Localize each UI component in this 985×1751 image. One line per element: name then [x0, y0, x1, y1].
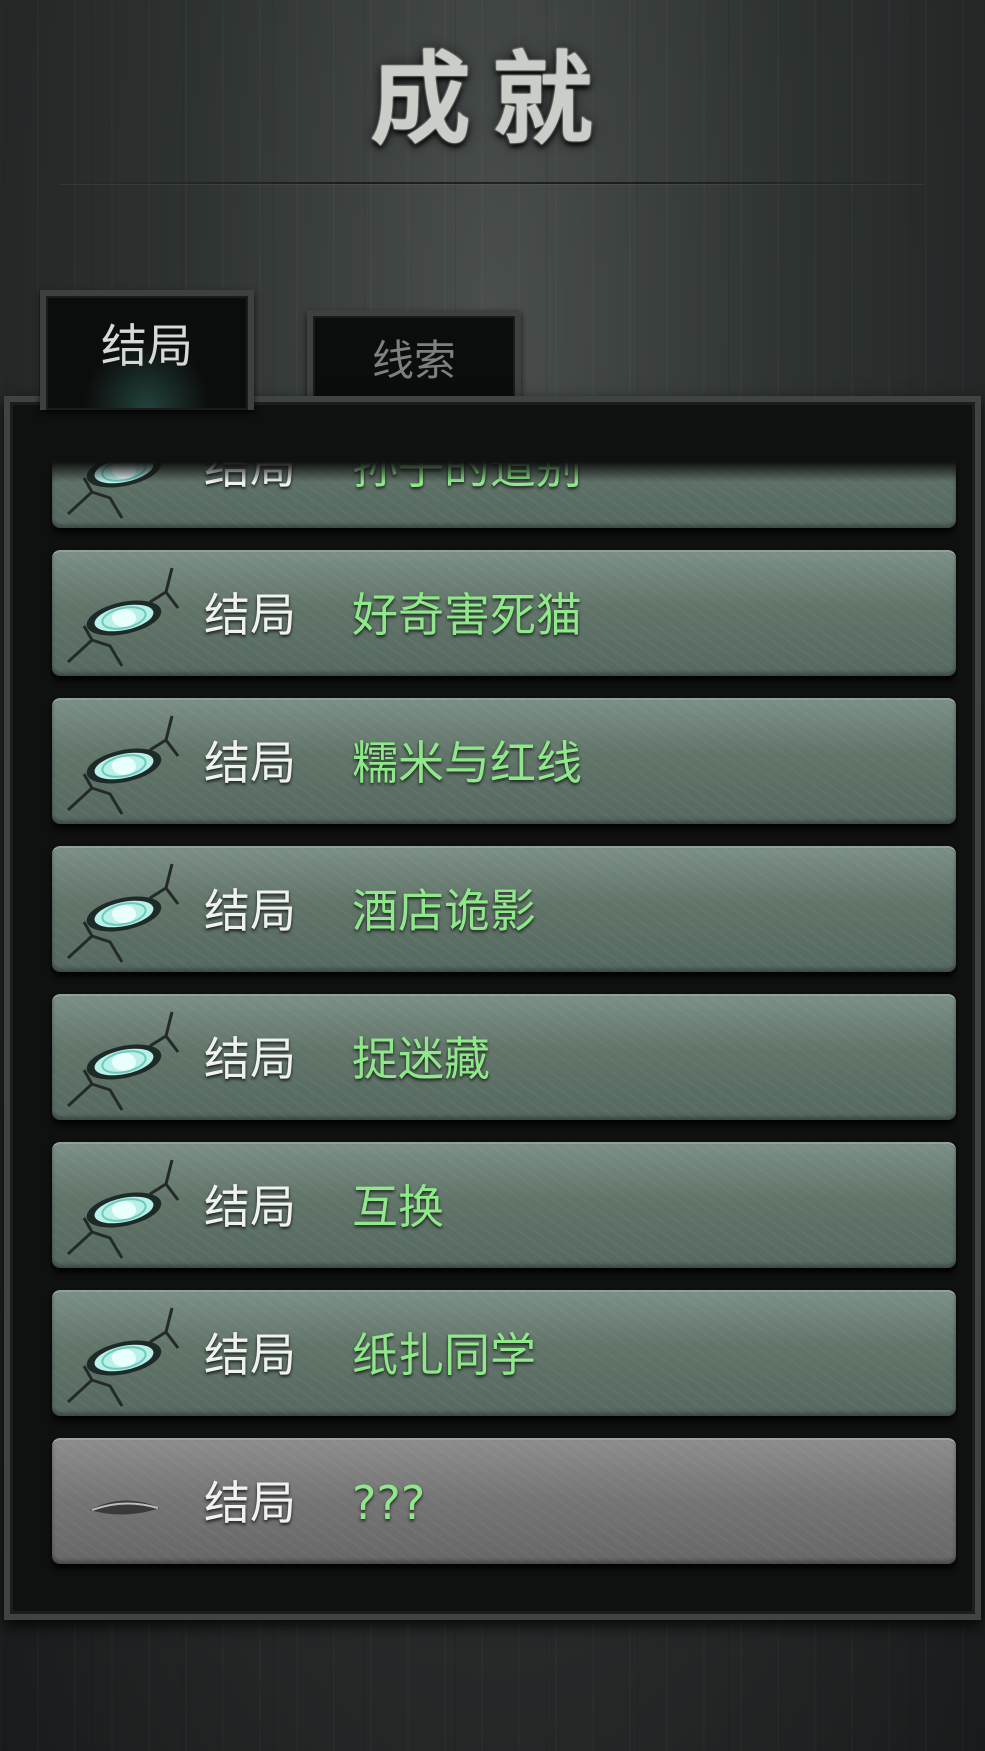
page-title: 成就	[370, 41, 615, 158]
ending-name: 互换	[352, 1180, 444, 1234]
list-item[interactable]: 结局 孙子的道别	[52, 462, 956, 528]
ending-name: 好奇害死猫	[352, 588, 582, 642]
cracked-eye-icon	[66, 567, 180, 667]
tab-clues[interactable]: 线索	[307, 310, 521, 406]
tab-endings-label: 结局	[101, 319, 193, 373]
list-item[interactable]: 结局 纸扎同学	[52, 1290, 956, 1416]
row-label: 结局	[204, 884, 296, 938]
cracked-eye-icon	[66, 1159, 180, 1259]
row-label: 结局	[204, 462, 296, 494]
ending-name: 酒店诡影	[352, 884, 536, 938]
endings-panel: 结局 孙子的道别 结局 好奇害死猫 结局 糯米与红线 结局 酒店诡影 结局 捉迷…	[4, 396, 981, 1620]
cracked-eye-icon	[66, 1011, 180, 1111]
tab-clues-label: 线索	[371, 336, 456, 385]
list-item-locked[interactable]: 结局 ???	[52, 1438, 956, 1564]
row-label: 结局	[204, 1032, 296, 1086]
row-label: 结局	[204, 1180, 296, 1234]
row-label: 结局	[204, 1328, 296, 1382]
cracked-eye-icon	[66, 462, 162, 519]
endings-list-content: 结局 孙子的道别 结局 好奇害死猫 结局 糯米与红线 结局 酒店诡影 结局 捉迷…	[52, 462, 956, 1586]
ending-name: 孙子的道别	[352, 462, 582, 494]
row-label: 结局	[204, 1476, 296, 1530]
list-item[interactable]: 结局 酒店诡影	[52, 846, 956, 972]
row-label: 结局	[204, 588, 296, 642]
list-item[interactable]: 结局 互换	[52, 1142, 956, 1268]
tab-endings[interactable]: 结局	[40, 290, 254, 410]
achievements-screen: 成就 结局 线索 结局 孙子的道别 结局 好奇害死猫 结局 糯米与红线 结局 酒…	[0, 0, 985, 1751]
ending-name: 纸扎同学	[352, 1328, 536, 1382]
closed-eye-icon	[90, 1500, 160, 1515]
ending-name: 捉迷藏	[352, 1032, 490, 1086]
ending-name: ???	[352, 1476, 426, 1530]
title-divider	[60, 182, 925, 184]
row-label: 结局	[204, 736, 296, 790]
endings-list[interactable]: 结局 孙子的道别 结局 好奇害死猫 结局 糯米与红线 结局 酒店诡影 结局 捉迷…	[38, 462, 958, 1612]
cracked-eye-icon	[66, 715, 180, 815]
list-item[interactable]: 结局 捉迷藏	[52, 994, 956, 1120]
cracked-eye-icon	[66, 863, 180, 963]
list-item[interactable]: 结局 好奇害死猫	[52, 550, 956, 676]
ending-name: 糯米与红线	[352, 736, 582, 790]
list-item[interactable]: 结局 糯米与红线	[52, 698, 956, 824]
cracked-eye-icon	[66, 1307, 180, 1407]
